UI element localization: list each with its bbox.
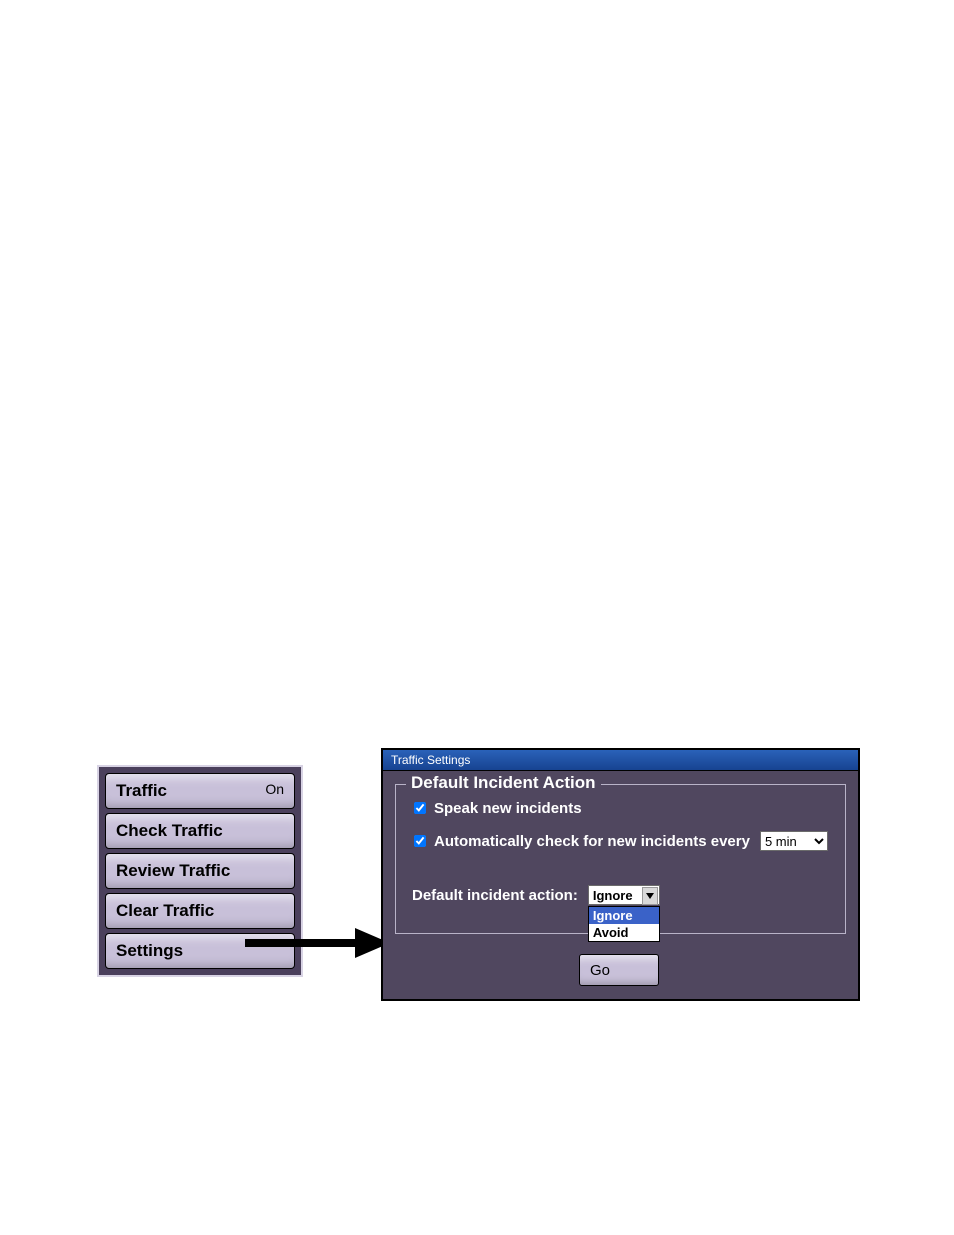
- action-option-avoid[interactable]: Avoid: [589, 924, 659, 941]
- menu-item-label: Traffic: [116, 781, 167, 800]
- speak-checkbox[interactable]: [414, 802, 426, 814]
- menu-item-label: Review Traffic: [116, 861, 230, 880]
- auto-check-row: Automatically check for new incidents ev…: [410, 831, 845, 851]
- menu-item-label: Settings: [116, 941, 183, 960]
- menu-item-status: On: [265, 772, 284, 806]
- group-legend: Default Incident Action: [406, 773, 601, 793]
- speak-label: Speak new incidents: [434, 800, 582, 817]
- action-select-list: Ignore Avoid: [588, 906, 660, 942]
- chevron-down-icon: [642, 887, 658, 905]
- interval-select[interactable]: 5 min: [760, 831, 828, 851]
- speak-row: Speak new incidents: [410, 799, 845, 817]
- menu-item-clear-traffic[interactable]: Clear Traffic: [105, 893, 295, 929]
- default-incident-action-group: Default Incident Action Speak new incide…: [395, 784, 846, 934]
- dialog-title: Traffic Settings: [383, 750, 858, 771]
- menu-item-settings[interactable]: Settings: [105, 933, 295, 969]
- auto-check-checkbox[interactable]: [414, 835, 426, 847]
- menu-item-label: Clear Traffic: [116, 901, 214, 920]
- action-row: Default incident action: Ignore Ignore A…: [410, 885, 845, 905]
- menu-item-label: Check Traffic: [116, 821, 223, 840]
- go-button[interactable]: Go: [579, 954, 659, 986]
- traffic-settings-dialog: Traffic Settings Default Incident Action…: [381, 748, 860, 1001]
- auto-check-label: Automatically check for new incidents ev…: [434, 833, 750, 850]
- action-label: Default incident action:: [412, 887, 578, 904]
- menu-item-traffic[interactable]: Traffic On: [105, 773, 295, 809]
- traffic-menu-panel: Traffic On Check Traffic Review Traffic …: [97, 765, 303, 977]
- menu-item-review-traffic[interactable]: Review Traffic: [105, 853, 295, 889]
- menu-item-check-traffic[interactable]: Check Traffic: [105, 813, 295, 849]
- action-select-value: Ignore: [593, 888, 633, 903]
- action-select[interactable]: Ignore Ignore Avoid: [588, 885, 660, 905]
- action-option-ignore[interactable]: Ignore: [589, 907, 659, 924]
